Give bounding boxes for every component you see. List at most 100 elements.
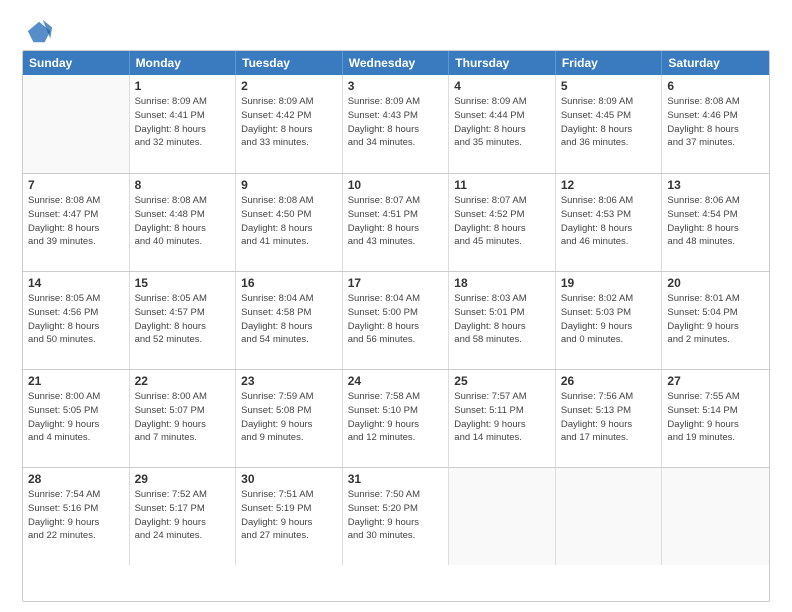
calendar-cell: 29 Sunrise: 7:52 AM Sunset: 5:17 PM Dayli… xyxy=(130,468,237,565)
weekday-header-saturday: Saturday xyxy=(662,51,769,75)
day-number: 19 xyxy=(561,276,657,290)
day-info: Sunrise: 8:09 AM Sunset: 4:44 PM Dayligh… xyxy=(454,95,550,150)
day-info: Sunrise: 8:09 AM Sunset: 4:43 PM Dayligh… xyxy=(348,95,444,150)
day-number: 31 xyxy=(348,472,444,486)
day-info: Sunrise: 8:06 AM Sunset: 4:53 PM Dayligh… xyxy=(561,194,657,249)
calendar-cell: 5 Sunrise: 8:09 AM Sunset: 4:45 PM Daylig… xyxy=(556,75,663,173)
day-number: 29 xyxy=(135,472,231,486)
day-info: Sunrise: 8:08 AM Sunset: 4:48 PM Dayligh… xyxy=(135,194,231,249)
day-number: 28 xyxy=(28,472,124,486)
calendar-cell: 11 Sunrise: 8:07 AM Sunset: 4:52 PM Dayli… xyxy=(449,174,556,271)
header xyxy=(22,18,770,42)
day-number: 27 xyxy=(667,374,764,388)
day-info: Sunrise: 8:05 AM Sunset: 4:56 PM Dayligh… xyxy=(28,292,124,347)
day-number: 16 xyxy=(241,276,337,290)
weekday-header-thursday: Thursday xyxy=(449,51,556,75)
calendar-cell: 1 Sunrise: 8:09 AM Sunset: 4:41 PM Daylig… xyxy=(130,75,237,173)
day-info: Sunrise: 7:52 AM Sunset: 5:17 PM Dayligh… xyxy=(135,488,231,543)
weekday-header-wednesday: Wednesday xyxy=(343,51,450,75)
calendar-week-1: 1 Sunrise: 8:09 AM Sunset: 4:41 PM Daylig… xyxy=(23,75,769,173)
day-info: Sunrise: 7:50 AM Sunset: 5:20 PM Dayligh… xyxy=(348,488,444,543)
calendar-cell: 31 Sunrise: 7:50 AM Sunset: 5:20 PM Dayli… xyxy=(343,468,450,565)
day-number: 30 xyxy=(241,472,337,486)
calendar-cell xyxy=(662,468,769,565)
day-info: Sunrise: 8:09 AM Sunset: 4:45 PM Dayligh… xyxy=(561,95,657,150)
day-number: 24 xyxy=(348,374,444,388)
calendar-cell: 2 Sunrise: 8:09 AM Sunset: 4:42 PM Daylig… xyxy=(236,75,343,173)
day-number: 1 xyxy=(135,79,231,93)
calendar-cell: 16 Sunrise: 8:04 AM Sunset: 4:58 PM Dayli… xyxy=(236,272,343,369)
weekday-header-friday: Friday xyxy=(556,51,663,75)
calendar-cell: 22Sunrise: 8:00 AM Sunset: 5:07 PM Dayli… xyxy=(130,370,237,467)
calendar-week-3: 14 Sunrise: 8:05 AM Sunset: 4:56 PM Dayli… xyxy=(23,271,769,369)
day-info: Sunrise: 7:55 AM Sunset: 5:14 PM Dayligh… xyxy=(667,390,764,445)
day-number: 8 xyxy=(135,178,231,192)
calendar-cell xyxy=(23,75,130,173)
day-info: Sunrise: 8:01 AM Sunset: 5:04 PM Dayligh… xyxy=(667,292,764,347)
logo xyxy=(22,18,54,42)
day-number: 15 xyxy=(135,276,231,290)
calendar-week-5: 28 Sunrise: 7:54 AM Sunset: 5:16 PM Dayli… xyxy=(23,467,769,565)
day-info: Sunrise: 8:09 AM Sunset: 4:41 PM Dayligh… xyxy=(135,95,231,150)
calendar-cell: 28 Sunrise: 7:54 AM Sunset: 5:16 PM Dayli… xyxy=(23,468,130,565)
weekday-header-monday: Monday xyxy=(130,51,237,75)
day-number: 5 xyxy=(561,79,657,93)
calendar-cell: 30 Sunrise: 7:51 AM Sunset: 5:19 PM Dayli… xyxy=(236,468,343,565)
day-info: Sunrise: 8:04 AM Sunset: 5:00 PM Dayligh… xyxy=(348,292,444,347)
calendar: SundayMondayTuesdayWednesdayThursdayFrid… xyxy=(22,50,770,602)
logo-icon xyxy=(26,18,54,46)
calendar-cell: 6 Sunrise: 8:08 AM Sunset: 4:46 PM Daylig… xyxy=(662,75,769,173)
calendar-cell: 23 Sunrise: 7:59 AM Sunset: 5:08 PM Dayli… xyxy=(236,370,343,467)
day-number: 14 xyxy=(28,276,124,290)
day-info: Sunrise: 8:09 AM Sunset: 4:42 PM Dayligh… xyxy=(241,95,337,150)
day-info: Sunrise: 8:02 AM Sunset: 5:03 PM Dayligh… xyxy=(561,292,657,347)
day-info: Sunrise: 8:08 AM Sunset: 4:50 PM Dayligh… xyxy=(241,194,337,249)
day-info: Sunrise: 7:59 AM Sunset: 5:08 PM Dayligh… xyxy=(241,390,337,445)
day-info: Sunrise: 8:04 AM Sunset: 4:58 PM Dayligh… xyxy=(241,292,337,347)
day-number: 11 xyxy=(454,178,550,192)
calendar-cell: 4Sunrise: 8:09 AM Sunset: 4:44 PM Daylig… xyxy=(449,75,556,173)
calendar-cell: 27 Sunrise: 7:55 AM Sunset: 5:14 PM Dayli… xyxy=(662,370,769,467)
calendar-cell: 8 Sunrise: 8:08 AM Sunset: 4:48 PM Daylig… xyxy=(130,174,237,271)
day-number: 26 xyxy=(561,374,657,388)
day-number: 3 xyxy=(348,79,444,93)
day-info: Sunrise: 8:06 AM Sunset: 4:54 PM Dayligh… xyxy=(667,194,764,249)
day-info: Sunrise: 8:07 AM Sunset: 4:52 PM Dayligh… xyxy=(454,194,550,249)
calendar-cell: 25Sunrise: 7:57 AM Sunset: 5:11 PM Dayli… xyxy=(449,370,556,467)
day-number: 6 xyxy=(667,79,764,93)
day-info: Sunrise: 8:00 AM Sunset: 5:05 PM Dayligh… xyxy=(28,390,124,445)
calendar-header: SundayMondayTuesdayWednesdayThursdayFrid… xyxy=(23,51,769,75)
calendar-cell: 21 Sunrise: 8:00 AM Sunset: 5:05 PM Dayli… xyxy=(23,370,130,467)
day-number: 12 xyxy=(561,178,657,192)
day-info: Sunrise: 8:08 AM Sunset: 4:47 PM Dayligh… xyxy=(28,194,124,249)
day-number: 10 xyxy=(348,178,444,192)
day-number: 23 xyxy=(241,374,337,388)
day-info: Sunrise: 8:07 AM Sunset: 4:51 PM Dayligh… xyxy=(348,194,444,249)
calendar-cell xyxy=(449,468,556,565)
day-number: 2 xyxy=(241,79,337,93)
day-info: Sunrise: 8:05 AM Sunset: 4:57 PM Dayligh… xyxy=(135,292,231,347)
day-info: Sunrise: 7:54 AM Sunset: 5:16 PM Dayligh… xyxy=(28,488,124,543)
day-number: 13 xyxy=(667,178,764,192)
weekday-header-tuesday: Tuesday xyxy=(236,51,343,75)
calendar-week-4: 21 Sunrise: 8:00 AM Sunset: 5:05 PM Dayli… xyxy=(23,369,769,467)
day-number: 7 xyxy=(28,178,124,192)
day-number: 18 xyxy=(454,276,550,290)
calendar-cell: 20 Sunrise: 8:01 AM Sunset: 5:04 PM Dayli… xyxy=(662,272,769,369)
day-info: Sunrise: 8:03 AM Sunset: 5:01 PM Dayligh… xyxy=(454,292,550,347)
day-number: 9 xyxy=(241,178,337,192)
calendar-cell: 9 Sunrise: 8:08 AM Sunset: 4:50 PM Daylig… xyxy=(236,174,343,271)
day-info: Sunrise: 7:57 AM Sunset: 5:11 PM Dayligh… xyxy=(454,390,550,445)
calendar-cell: 3 Sunrise: 8:09 AM Sunset: 4:43 PM Daylig… xyxy=(343,75,450,173)
day-info: Sunrise: 8:08 AM Sunset: 4:46 PM Dayligh… xyxy=(667,95,764,150)
day-number: 21 xyxy=(28,374,124,388)
calendar-cell: 15 Sunrise: 8:05 AM Sunset: 4:57 PM Dayli… xyxy=(130,272,237,369)
calendar-cell: 13 Sunrise: 8:06 AM Sunset: 4:54 PM Dayli… xyxy=(662,174,769,271)
day-number: 20 xyxy=(667,276,764,290)
calendar-body: 1 Sunrise: 8:09 AM Sunset: 4:41 PM Daylig… xyxy=(23,75,769,565)
calendar-cell xyxy=(556,468,663,565)
day-info: Sunrise: 7:56 AM Sunset: 5:13 PM Dayligh… xyxy=(561,390,657,445)
day-number: 17 xyxy=(348,276,444,290)
calendar-cell: 19 Sunrise: 8:02 AM Sunset: 5:03 PM Dayli… xyxy=(556,272,663,369)
day-info: Sunrise: 7:51 AM Sunset: 5:19 PM Dayligh… xyxy=(241,488,337,543)
